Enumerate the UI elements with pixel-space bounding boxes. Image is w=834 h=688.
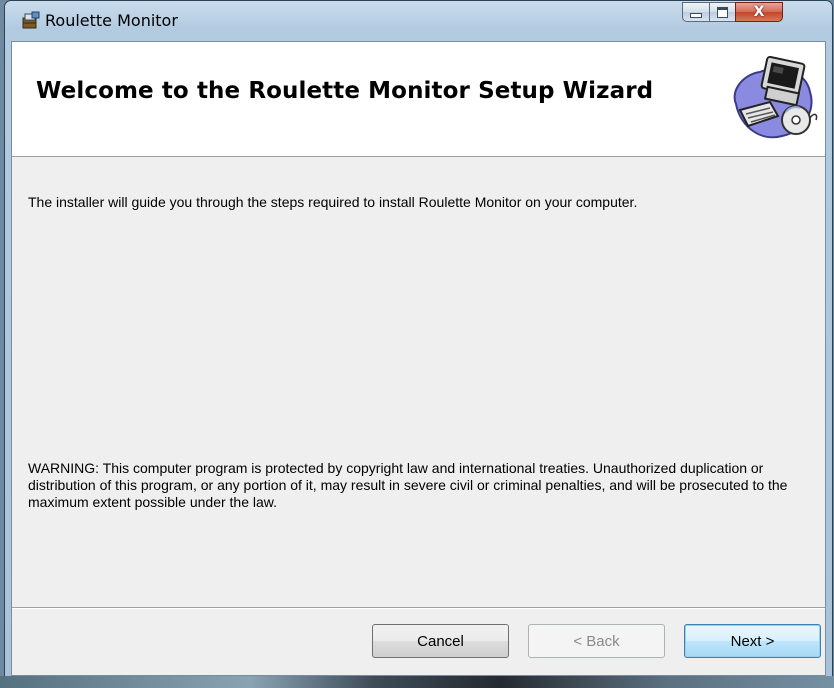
copyright-warning-text: WARNING: This computer program is protec… bbox=[28, 460, 788, 510]
back-button[interactable]: < Back bbox=[528, 624, 665, 658]
next-button[interactable]: Next > bbox=[684, 624, 821, 658]
installer-window: Roulette Monitor X Welcome to the Roulet… bbox=[4, 0, 833, 681]
title-bar[interactable]: Roulette Monitor X bbox=[5, 1, 832, 41]
close-icon: X bbox=[753, 4, 765, 20]
banner-title: Welcome to the Roulette Monitor Setup Wi… bbox=[36, 78, 654, 104]
maximize-icon bbox=[717, 6, 728, 18]
cancel-button[interactable]: Cancel bbox=[372, 624, 509, 658]
minimize-icon bbox=[690, 13, 702, 18]
window-title: Roulette Monitor bbox=[45, 11, 178, 30]
button-separator bbox=[12, 607, 825, 609]
minimize-button[interactable] bbox=[682, 2, 710, 22]
wizard-banner: Welcome to the Roulette Monitor Setup Wi… bbox=[12, 42, 825, 157]
intro-text: The installer will guide you through the… bbox=[28, 194, 638, 210]
computer-setup-icon bbox=[733, 55, 818, 139]
installer-app-icon bbox=[22, 11, 40, 29]
desktop-background bbox=[0, 676, 834, 688]
close-button[interactable]: X bbox=[735, 2, 783, 22]
maximize-button[interactable] bbox=[709, 2, 736, 22]
wizard-client-area: Welcome to the Roulette Monitor Setup Wi… bbox=[11, 41, 826, 676]
